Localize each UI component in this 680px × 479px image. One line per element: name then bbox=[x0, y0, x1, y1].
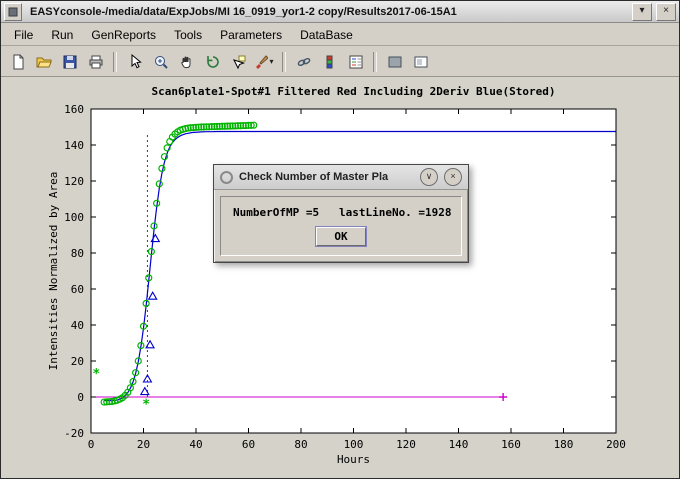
svg-text:20: 20 bbox=[137, 438, 150, 451]
svg-text:120: 120 bbox=[64, 175, 84, 188]
zoom-in-button[interactable] bbox=[148, 50, 173, 74]
menubar: File Run GenReports Tools Parameters Dat… bbox=[1, 23, 679, 46]
app-window: EASYconsole-/media/data/ExpJobs/MI 16_09… bbox=[0, 0, 680, 479]
toolbar-separator bbox=[282, 52, 286, 72]
app-glyph-icon bbox=[8, 7, 18, 17]
data-cursor-button[interactable] bbox=[226, 50, 251, 74]
dropdown-caret-icon: ▾ bbox=[269, 57, 273, 66]
save-figure-button[interactable] bbox=[57, 50, 82, 74]
toolbar: ▾ bbox=[1, 46, 679, 77]
svg-text:80: 80 bbox=[71, 247, 84, 260]
window-titlebar[interactable]: EASYconsole-/media/data/ExpJobs/MI 16_09… bbox=[1, 1, 679, 23]
menu-file[interactable]: File bbox=[5, 25, 42, 45]
figure-area: * * 0 20 40 60 80 100 120 140 160 180 200 -20 0 20 40 60 8… bbox=[1, 77, 680, 479]
svg-text:100: 100 bbox=[344, 438, 364, 451]
save-floppy-icon bbox=[62, 54, 78, 70]
svg-text:*: * bbox=[142, 398, 150, 413]
print-figure-button[interactable] bbox=[83, 50, 108, 74]
window-title: EASYconsole-/media/data/ExpJobs/MI 16_09… bbox=[26, 6, 628, 18]
svg-text:0: 0 bbox=[88, 438, 95, 451]
ok-button[interactable]: OK bbox=[316, 227, 366, 246]
menu-parameters[interactable]: Parameters bbox=[211, 25, 291, 45]
edit-pointer-button[interactable] bbox=[122, 50, 147, 74]
hide-plot-tools-button[interactable] bbox=[382, 50, 407, 74]
plot-tools-on-icon bbox=[413, 54, 429, 70]
brush-data-button[interactable]: ▾ bbox=[252, 50, 277, 74]
svg-text:160: 160 bbox=[64, 103, 84, 116]
legend-icon bbox=[348, 54, 364, 70]
svg-text:60: 60 bbox=[242, 438, 255, 451]
dialog-icon bbox=[220, 171, 233, 184]
zoom-in-icon bbox=[153, 54, 169, 70]
dialog-close-button[interactable]: × bbox=[444, 168, 462, 186]
menu-database[interactable]: DataBase bbox=[291, 25, 362, 45]
toolbar-separator bbox=[373, 52, 377, 72]
svg-text:Scan6plate1-Spot#1 Filtered Re: Scan6plate1-Spot#1 Filtered Red Includin… bbox=[152, 85, 556, 98]
insert-colorbar-button[interactable] bbox=[317, 50, 342, 74]
dialog-titlebar[interactable]: Check Number of Master Pla ∨ × bbox=[214, 165, 468, 190]
svg-text:160: 160 bbox=[501, 438, 521, 451]
new-file-button[interactable] bbox=[5, 50, 30, 74]
toolbar-separator bbox=[113, 52, 117, 72]
dialog-panel: NumberOfMP =5 lastLineNo. =1928 OK bbox=[220, 196, 462, 256]
plot-tools-off-icon bbox=[387, 54, 403, 70]
open-folder-icon bbox=[36, 54, 52, 70]
printer-icon bbox=[88, 54, 104, 70]
svg-text:40: 40 bbox=[71, 319, 84, 332]
colorbar-icon bbox=[322, 54, 338, 70]
chain-link-icon bbox=[296, 54, 312, 70]
dialog-message: NumberOfMP =5 lastLineNo. =1928 bbox=[233, 206, 453, 219]
svg-text:-20: -20 bbox=[64, 427, 84, 440]
menu-genreports[interactable]: GenReports bbox=[82, 25, 165, 45]
menu-tools[interactable]: Tools bbox=[165, 25, 211, 45]
svg-text:100: 100 bbox=[64, 211, 84, 224]
brush-icon bbox=[255, 54, 268, 70]
plot-canvas[interactable]: * * 0 20 40 60 80 100 120 140 160 180 200 -20 0 20 40 60 8… bbox=[1, 77, 680, 479]
svg-text:140: 140 bbox=[449, 438, 469, 451]
dialog-title: Check Number of Master Pla bbox=[239, 171, 414, 183]
svg-text:140: 140 bbox=[64, 139, 84, 152]
rotate-icon bbox=[205, 54, 221, 70]
svg-text:*: * bbox=[92, 367, 100, 382]
pointer-arrow-icon bbox=[127, 54, 143, 70]
svg-text:Hours: Hours bbox=[337, 453, 370, 466]
new-file-icon bbox=[10, 54, 26, 70]
svg-text:40: 40 bbox=[189, 438, 202, 451]
svg-text:0: 0 bbox=[77, 391, 84, 404]
link-plot-button[interactable] bbox=[291, 50, 316, 74]
data-cursor-icon bbox=[231, 54, 247, 70]
window-close-button[interactable]: × bbox=[656, 3, 676, 21]
pan-button[interactable] bbox=[174, 50, 199, 74]
svg-text:120: 120 bbox=[396, 438, 416, 451]
svg-text:60: 60 bbox=[71, 283, 84, 296]
svg-text:20: 20 bbox=[71, 355, 84, 368]
svg-text:Intensities Normalized by Area: Intensities Normalized by Area bbox=[47, 172, 60, 371]
open-file-button[interactable] bbox=[31, 50, 56, 74]
dialog-body: NumberOfMP =5 lastLineNo. =1928 OK bbox=[214, 190, 468, 262]
svg-text:80: 80 bbox=[294, 438, 307, 451]
menu-run[interactable]: Run bbox=[42, 25, 82, 45]
show-plot-tools-button[interactable] bbox=[408, 50, 433, 74]
insert-legend-button[interactable] bbox=[343, 50, 368, 74]
rotate-3d-button[interactable] bbox=[200, 50, 225, 74]
window-shade-button[interactable]: ▾ bbox=[632, 3, 652, 21]
svg-text:180: 180 bbox=[554, 438, 574, 451]
dialog-collapse-button[interactable]: ∨ bbox=[420, 168, 438, 186]
hand-icon bbox=[179, 54, 195, 70]
svg-text:200: 200 bbox=[606, 438, 626, 451]
window-icon[interactable] bbox=[4, 3, 22, 21]
check-number-dialog: Check Number of Master Pla ∨ × NumberOfM… bbox=[213, 164, 469, 263]
